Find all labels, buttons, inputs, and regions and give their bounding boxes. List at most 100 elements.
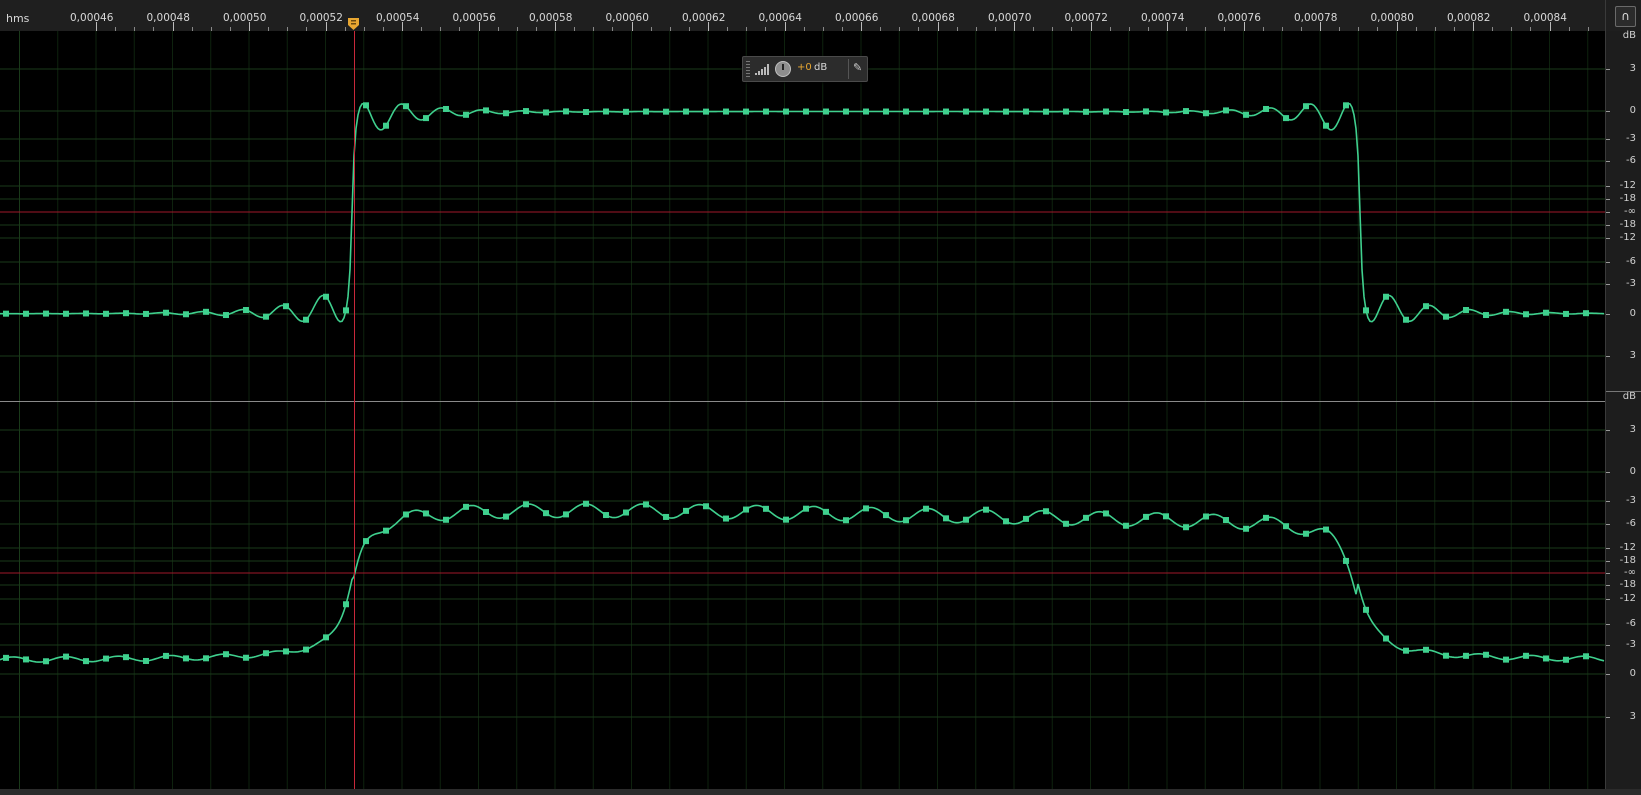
db-tick-label: -12 [1619, 232, 1636, 243]
bottom-channel-sample-point [203, 655, 209, 662]
bottom-channel-sample-point [443, 516, 449, 523]
top-channel-sample-point [1243, 111, 1249, 118]
ruler-major-tick [708, 22, 709, 31]
top-channel-sample-point [1083, 108, 1089, 115]
db-tick-label: -12 [1619, 542, 1636, 553]
ruler-tick-label: 0,00068 [911, 12, 955, 24]
top-channel-sample-point [1563, 310, 1569, 317]
top-channel-sample-point [763, 108, 769, 115]
bottom-channel-sample-point [783, 516, 789, 523]
horizontal-scrollbar[interactable] [0, 789, 1641, 795]
bottom-channel-sample-point [523, 501, 529, 508]
top-channel-sample-point [683, 108, 689, 115]
bottom-channel-sample-point [1303, 530, 1309, 537]
ruler-major-tick [249, 22, 250, 31]
bottom-channel-sample-point [643, 501, 649, 508]
bottom-channel-sample-point [1463, 652, 1469, 659]
db-tick-label: 0 [1629, 668, 1636, 679]
time-ruler[interactable]: hms 0,00046 0,00048 0,00050 0,00052 0,00054 0… [0, 0, 1608, 32]
bottom-channel-sample-point [143, 657, 149, 664]
bottom-channel-sample-point [163, 652, 169, 659]
top-channel-sample-point [1483, 312, 1489, 319]
bottom-channel-sample-point [603, 512, 609, 519]
hud-grip[interactable] [746, 61, 750, 77]
bottom-channel-sample-point [1543, 655, 1549, 662]
db-tick-label: 0 [1629, 105, 1636, 116]
ruler-major-tick [1473, 22, 1474, 31]
bottom-channel-sample-point [3, 654, 9, 661]
top-channel-sample-point [783, 108, 789, 115]
top-channel-sample-point [363, 102, 369, 109]
ruler-tick-label: 0,00066 [835, 12, 879, 24]
bottom-channel-sample-point [383, 527, 389, 534]
top-channel-sample-point [823, 108, 829, 115]
db-tick [1606, 599, 1610, 600]
bottom-channel-sample-point [543, 510, 549, 517]
playhead-marker-icon[interactable] [348, 18, 359, 30]
volume-value[interactable]: +0 [797, 62, 812, 73]
bottom-channel-sample-point [623, 509, 629, 516]
snap-magnet-button[interactable]: ∩ [1615, 6, 1636, 27]
bottom-channel-sample-point [1483, 651, 1489, 658]
bottom-channel-sample-point [983, 506, 989, 513]
ruler-tick-label: 0,00048 [146, 12, 190, 24]
volume-hud[interactable]: +0 dB ✎ [742, 56, 868, 82]
db-tick-label: 0 [1629, 308, 1636, 319]
bottom-channel-sample-point [843, 517, 849, 524]
top-channel-sample-point [1383, 293, 1389, 300]
ruler-major-tick [172, 22, 174, 31]
top-channel-sample-point [3, 310, 9, 317]
ruler-major-tick [631, 22, 633, 31]
db-tick-label: -18 [1619, 193, 1636, 204]
db-tick-label: -12 [1619, 593, 1636, 604]
db-tick [1606, 430, 1610, 431]
db-tick [1606, 524, 1610, 525]
db-tick [1606, 573, 1610, 574]
ruler-major-tick [1167, 22, 1168, 31]
ruler-tick-label: 0,00084 [1523, 12, 1567, 24]
bottom-channel-sample-point [1003, 518, 1009, 525]
volume-knob-icon[interactable] [775, 61, 791, 77]
bottom-channel-sample-point [463, 503, 469, 510]
bottom-channel-sample-point [923, 505, 929, 512]
db-tick [1606, 314, 1610, 315]
ruler-tick-label: 0,00082 [1447, 12, 1491, 24]
bottom-channel-sample-point [1403, 647, 1409, 654]
ruler-tick-label: 0,00076 [1217, 12, 1261, 24]
ruler-tick-label: 0,00080 [1370, 12, 1414, 24]
top-channel-sample-point [603, 108, 609, 115]
bottom-channel-sample-point [503, 513, 509, 520]
ruler-tick-label: 0,00054 [376, 12, 420, 24]
bottom-channel-sample-point [1563, 656, 1569, 663]
top-channel-sample-point [1303, 103, 1309, 110]
top-channel-sample-point [243, 307, 249, 314]
db-tick-label: -6 [1626, 256, 1636, 267]
pin-icon[interactable]: ✎ [853, 61, 862, 74]
ruler-major-tick [325, 22, 327, 31]
top-channel-sample-point [643, 108, 649, 115]
bottom-channel-sample-point [483, 508, 489, 515]
top-channel-sample-point [143, 310, 149, 317]
bottom-channel-sample-point [1103, 510, 1109, 517]
top-channel-sample-point [1463, 307, 1469, 314]
db-tick [1606, 139, 1610, 140]
top-channel-sample-point [483, 107, 489, 114]
top-channel-sample-point [503, 110, 509, 117]
top-channel-sample-point [943, 108, 949, 115]
top-channel-sample-point [923, 108, 929, 115]
top-channel-sample-point [1043, 108, 1049, 115]
ruler-tick-label: 0,00056 [452, 12, 496, 24]
db-tick [1606, 472, 1610, 473]
top-channel-sample-point [103, 310, 109, 317]
waveform-view[interactable] [0, 31, 1605, 789]
top-channel-sample-point [863, 108, 869, 115]
bottom-channel-sample-point [903, 517, 909, 524]
db-tick-label: -6 [1626, 155, 1636, 166]
bottom-channel-sample-point [303, 646, 309, 653]
db-tick [1606, 199, 1610, 200]
bottom-channel-sample-point [663, 513, 669, 520]
db-tick-label: -3 [1626, 639, 1636, 650]
top-channel-sample-point [1363, 307, 1369, 314]
top-channel-sample-point [703, 108, 709, 115]
bottom-channel-sample-point [763, 505, 769, 512]
